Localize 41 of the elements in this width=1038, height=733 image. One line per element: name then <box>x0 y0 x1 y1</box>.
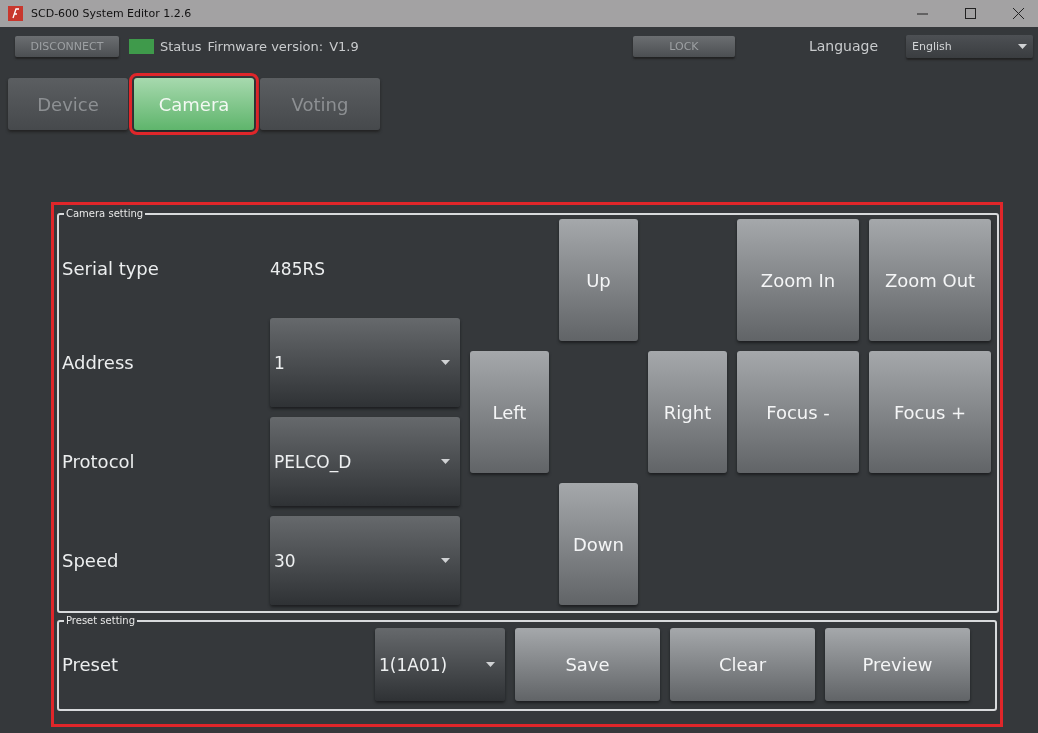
camera-control-button[interactable]: Up <box>559 219 638 341</box>
group-title: Preset setting <box>65 615 137 626</box>
address-dropdown[interactable]: 1 <box>270 318 460 407</box>
firmware-version: V1.9 <box>329 38 359 54</box>
camera-control-button[interactable]: Focus + <box>869 351 991 473</box>
field-label: Speed <box>62 550 120 571</box>
lock-button[interactable]: LOCK <box>632 35 735 57</box>
language-label: Language <box>808 38 878 54</box>
protocol-dropdown[interactable]: PELCO_D <box>270 417 460 506</box>
field-label: Address <box>62 352 135 373</box>
camera-control-button[interactable]: Down <box>559 483 638 605</box>
caret-icon <box>441 459 450 464</box>
camera-control-button[interactable]: Left <box>470 351 549 473</box>
tab[interactable]: Device <box>8 78 128 130</box>
preset-dropdown[interactable]: 1(1A01) <box>375 628 505 701</box>
camera-control-button[interactable]: Right <box>648 351 727 473</box>
camera-control-button[interactable]: Focus - <box>737 351 859 473</box>
app-logo-icon <box>8 6 23 21</box>
firmware-label: Firmware version: <box>207 38 324 54</box>
camera-control-button[interactable]: Zoom Out <box>869 219 991 341</box>
caret-icon <box>486 662 495 667</box>
preset-button[interactable]: Clear <box>670 628 815 701</box>
maximize-icon <box>964 8 976 19</box>
field-label: Protocol <box>62 451 136 472</box>
field-label: Serial type <box>62 258 160 279</box>
window-title: SCD-600 System Editor 1.2.6 <box>31 7 193 20</box>
speed-dropdown[interactable]: 30 <box>270 516 460 605</box>
preset-button[interactable]: Preview <box>825 628 970 701</box>
language-dropdown[interactable]: English <box>906 34 1033 58</box>
tab[interactable]: Voting <box>260 78 380 130</box>
camera-control-button[interactable]: Zoom In <box>737 219 859 341</box>
status-label: Status <box>160 38 202 54</box>
field-label: Preset <box>62 654 120 675</box>
close-icon <box>1012 8 1024 19</box>
disconnect-button[interactable]: DISCONNECT <box>15 35 119 57</box>
group-title: Camera setting <box>65 208 145 219</box>
caret-icon <box>441 558 450 563</box>
preset-button[interactable]: Save <box>515 628 660 701</box>
caret-icon <box>441 360 450 365</box>
serial-type-value: 485RS <box>270 258 327 279</box>
caret-icon <box>1018 43 1027 49</box>
